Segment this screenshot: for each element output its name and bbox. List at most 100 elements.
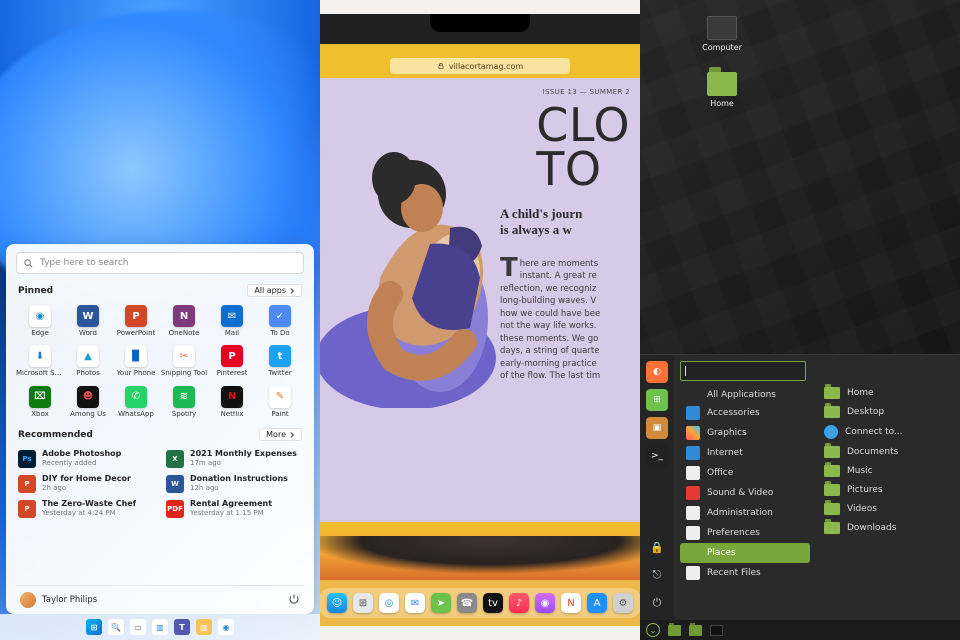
pinned-app-twitter[interactable]: tTwitter bbox=[256, 345, 304, 377]
app-label: Photos bbox=[76, 370, 100, 377]
place-downloads[interactable]: Downloads bbox=[820, 520, 954, 536]
category-recent-files[interactable]: Recent Files bbox=[680, 563, 810, 583]
pinned-app-edge[interactable]: ◉Edge bbox=[16, 305, 64, 337]
menu-all-applications[interactable]: All Applications bbox=[680, 387, 810, 403]
pinned-app-snipping-tool[interactable]: ✂Snipping Tool bbox=[160, 345, 208, 377]
power-button[interactable] bbox=[288, 593, 300, 608]
dock-music-icon[interactable]: ♪ bbox=[509, 593, 529, 613]
dock-mail-icon[interactable]: ✉ bbox=[405, 593, 425, 613]
app-label: Word bbox=[79, 330, 97, 337]
pinned-app-pinterest[interactable]: PPinterest bbox=[208, 345, 256, 377]
edge-icon[interactable]: ◉ bbox=[218, 619, 234, 635]
recommended-item[interactable]: PDIY for Home Decor2h ago bbox=[18, 474, 154, 493]
rail-files-icon[interactable]: ▣ bbox=[646, 417, 668, 439]
taskbar-files[interactable] bbox=[689, 625, 702, 636]
category-icon bbox=[686, 406, 700, 420]
rail-firefox-icon[interactable]: ◐ bbox=[646, 361, 668, 383]
place-music[interactable]: Music bbox=[820, 463, 954, 479]
category-places[interactable]: Places bbox=[680, 543, 810, 563]
all-apps-label: All apps bbox=[254, 286, 286, 295]
rail-software-icon[interactable]: ⊞ bbox=[646, 389, 668, 411]
dock-maps-icon[interactable]: ➤ bbox=[431, 593, 451, 613]
category-label: Accessories bbox=[707, 408, 760, 418]
pinned-app-onenote[interactable]: NOneNote bbox=[160, 305, 208, 337]
pinned-app-netflix[interactable]: NNetflix bbox=[208, 386, 256, 418]
task-view-icon[interactable]: ▭ bbox=[130, 619, 146, 635]
recommended-item[interactable]: WDonation Instructions12h ago bbox=[166, 474, 302, 493]
rail-logout-icon[interactable]: ⎋ bbox=[646, 564, 668, 586]
file-icon: P bbox=[18, 500, 36, 518]
pinned-app-paint[interactable]: ✎Paint bbox=[256, 386, 304, 418]
file-icon: P bbox=[18, 475, 36, 493]
dock-contacts-icon[interactable]: ☎ bbox=[457, 593, 477, 613]
dock-launchpad-icon[interactable]: ⊞ bbox=[353, 593, 373, 613]
dock-settings-icon[interactable]: ⚙ bbox=[613, 593, 633, 613]
taskbar-search-icon[interactable]: 🔍 bbox=[108, 619, 124, 635]
category-internet[interactable]: Internet bbox=[680, 443, 810, 463]
app-icon: P bbox=[221, 345, 243, 367]
place-videos[interactable]: Videos bbox=[820, 501, 954, 517]
app-label: Mail bbox=[225, 330, 239, 337]
dock-news-icon[interactable]: N bbox=[561, 593, 581, 613]
taskbar-terminal[interactable] bbox=[710, 625, 723, 636]
all-apps-button[interactable]: All apps bbox=[247, 284, 302, 297]
rail-lock-icon[interactable]: 🔒 bbox=[646, 536, 668, 558]
taskbar-show-desktop[interactable] bbox=[668, 625, 681, 636]
pinned-app-photos[interactable]: ▲ Photos bbox=[64, 345, 112, 377]
app-icon: ▲ bbox=[77, 345, 99, 367]
place-home[interactable]: Home bbox=[820, 385, 954, 401]
rail-terminal-icon[interactable]: >_ bbox=[646, 445, 668, 467]
start-search[interactable]: Type here to search bbox=[16, 252, 304, 274]
desktop-icon-home[interactable]: Home bbox=[696, 72, 748, 108]
app-icon: ✉ bbox=[221, 305, 243, 327]
category-accessories[interactable]: Accessories bbox=[680, 403, 810, 423]
chevron-right-icon bbox=[289, 432, 295, 438]
category-office[interactable]: Office bbox=[680, 463, 810, 483]
all-apps-label: All Applications bbox=[707, 390, 776, 400]
dock-appstore-icon[interactable]: A bbox=[587, 593, 607, 613]
desktop-icon-computer[interactable]: Computer bbox=[696, 16, 748, 52]
windows-taskbar: ⊞ 🔍 ▭ ▥ T ▥ ◉ bbox=[0, 614, 320, 640]
start-button[interactable]: ⊞ bbox=[86, 619, 102, 635]
category-icon bbox=[686, 466, 700, 480]
recommended-item[interactable]: PDFRental AgreementYesterday at 1:15 PM bbox=[166, 499, 302, 518]
pinned-app-to-do[interactable]: ✓To Do bbox=[256, 305, 304, 337]
pinned-app-spotify[interactable]: ≋Spotify bbox=[160, 386, 208, 418]
pinned-app-mail[interactable]: ✉ Mail bbox=[208, 305, 256, 337]
pinned-app-your-phone[interactable]: ▉Your Phone bbox=[112, 345, 160, 377]
place-connect-to-[interactable]: Connect to... bbox=[820, 423, 954, 441]
pinned-app-xbox[interactable]: ⌧Xbox bbox=[16, 386, 64, 418]
address-bar[interactable]: villacortamag.com bbox=[390, 58, 570, 74]
pinned-app-microsoft-store[interactable]: ⬇Microsoft Store bbox=[16, 345, 64, 377]
recommended-item[interactable]: PThe Zero-Waste ChefYesterday at 4:24 PM bbox=[18, 499, 154, 518]
category-graphics[interactable]: Graphics bbox=[680, 423, 810, 443]
category-sound-video[interactable]: Sound & Video bbox=[680, 483, 810, 503]
pinned-app-among-us[interactable]: ☻Among Us bbox=[64, 386, 112, 418]
pinned-app-whatsapp[interactable]: ✆WhatsApp bbox=[112, 386, 160, 418]
rail-power-icon[interactable]: ⏻ bbox=[646, 592, 668, 614]
pinned-app-word[interactable]: WWord bbox=[64, 305, 112, 337]
recommended-item[interactable]: PsAdobe PhotoshopRecently added bbox=[18, 449, 154, 468]
pinned-app-powerpoint[interactable]: PPowerPoint bbox=[112, 305, 160, 337]
dock-podcasts-icon[interactable]: ◉ bbox=[535, 593, 555, 613]
app-label: Edge bbox=[31, 330, 49, 337]
category-icon bbox=[686, 486, 700, 500]
category-preferences[interactable]: Preferences bbox=[680, 523, 810, 543]
widgets-icon[interactable]: ▥ bbox=[152, 619, 168, 635]
more-button[interactable]: More bbox=[259, 428, 302, 441]
explorer-icon[interactable]: ▥ bbox=[196, 619, 212, 635]
menu-search[interactable] bbox=[680, 361, 806, 381]
place-pictures[interactable]: Pictures bbox=[820, 482, 954, 498]
dock-finder-icon[interactable]: ☺ bbox=[327, 593, 347, 613]
place-desktop[interactable]: Desktop bbox=[820, 404, 954, 420]
rec-title: DIY for Home Decor bbox=[42, 474, 131, 483]
mint-menu-button[interactable]: ⌄ bbox=[646, 623, 660, 637]
place-documents[interactable]: Documents bbox=[820, 444, 954, 460]
menu-categories-column: All Applications Accessories GraphicsInte… bbox=[674, 355, 814, 620]
teams-icon[interactable]: T bbox=[174, 619, 190, 635]
recommended-item[interactable]: X2021 Monthly Expenses17m ago bbox=[166, 449, 302, 468]
dock-safari-icon[interactable]: ◎ bbox=[379, 593, 399, 613]
dock-appletv-icon[interactable]: tv bbox=[483, 593, 503, 613]
user-account-button[interactable]: Taylor Philips bbox=[20, 592, 97, 608]
category-administration[interactable]: Administration bbox=[680, 503, 810, 523]
